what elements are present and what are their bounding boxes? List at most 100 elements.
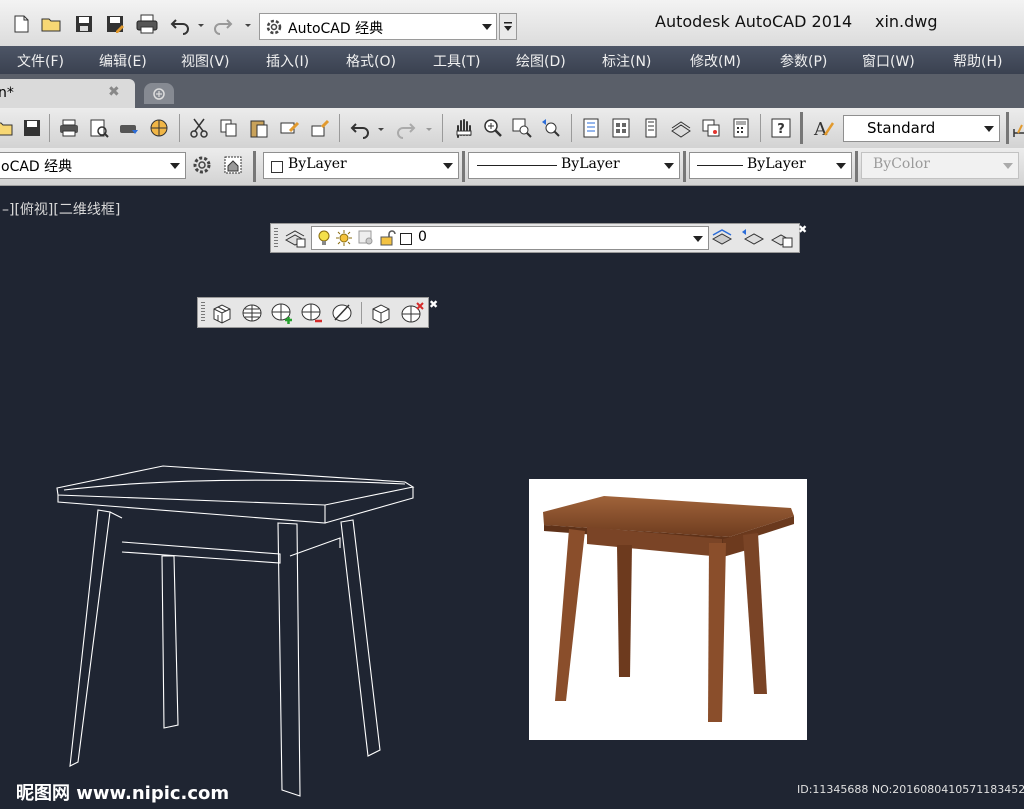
reference-photo [529, 479, 807, 740]
markup-set-icon[interactable] [700, 117, 722, 139]
linetype-preview-line [477, 165, 557, 166]
wooden-stool-image [543, 496, 794, 722]
properties-icon[interactable] [580, 117, 602, 139]
menu-parametric[interactable]: 参数(P) [780, 51, 827, 71]
convert-to-surface-icon[interactable] [400, 301, 426, 325]
menu-edit[interactable]: 编辑(E) [99, 51, 147, 71]
sun-icon[interactable] [335, 229, 353, 247]
lineweight-control-select[interactable]: ByLayer [689, 152, 852, 179]
help-icon[interactable]: ? [770, 117, 792, 139]
svg-text:A: A [813, 119, 828, 139]
mesh-floating-toolbar [197, 297, 429, 328]
toolbar-grip[interactable] [855, 151, 858, 182]
document-tab[interactable]: n* ✖ [0, 79, 135, 108]
save-icon[interactable] [21, 117, 43, 139]
svg-text:?: ? [777, 122, 785, 137]
toolbar-grip[interactable] [683, 151, 686, 182]
text-style-icon[interactable]: A [812, 117, 835, 139]
close-toolbar-icon[interactable]: ✖ [429, 298, 438, 311]
redo-icon[interactable] [395, 117, 417, 139]
close-tab-icon[interactable]: ✖ [108, 84, 120, 100]
viewport-freeze-icon[interactable] [357, 229, 375, 247]
block-editor-icon[interactable] [308, 117, 330, 139]
document-title: xin.dwg [875, 12, 938, 31]
workspace-select[interactable]: oCAD 经典 [0, 152, 186, 179]
pan-hand-icon[interactable] [452, 117, 474, 139]
layers-floating-toolbar: 0 [270, 223, 800, 253]
workspace-settings-gear-icon[interactable] [191, 154, 213, 176]
workspace-select[interactable]: AutoCAD 经典 [259, 13, 497, 40]
plot-icon[interactable] [58, 117, 80, 139]
toolbar-grip[interactable] [800, 112, 803, 144]
save-as-icon[interactable] [104, 13, 128, 37]
menu-format[interactable]: 格式(O) [346, 51, 396, 71]
open-folder-icon[interactable] [40, 13, 64, 37]
layer-control-select[interactable]: 0 [311, 226, 709, 250]
lineweight-preview-line [697, 165, 743, 166]
new-file-icon[interactable] [10, 13, 34, 37]
menu-file[interactable]: 文件(F) [17, 51, 64, 71]
layer-state-icon[interactable] [770, 227, 794, 249]
linetype-control-select[interactable]: ByLayer [468, 152, 680, 179]
menu-window[interactable]: 窗口(W) [862, 51, 915, 71]
tool-palettes-icon[interactable] [640, 117, 662, 139]
make-object-layer-current-icon[interactable] [711, 227, 735, 249]
copy-icon[interactable] [218, 117, 240, 139]
smooth-more-icon[interactable] [270, 301, 294, 325]
mesh-box-icon[interactable] [210, 301, 234, 325]
quick-access-customize-button[interactable] [499, 13, 517, 40]
refine-mesh-icon[interactable] [330, 301, 354, 325]
toolbar-grip[interactable] [1006, 112, 1009, 144]
close-toolbar-icon[interactable]: ✖ [798, 223, 807, 236]
publish-icon[interactable] [118, 117, 140, 139]
menu-insert[interactable]: 插入(I) [266, 51, 309, 71]
smooth-less-icon[interactable] [300, 301, 324, 325]
plotstyle-control-select: ByColor [861, 152, 1019, 179]
menu-tools[interactable]: 工具(T) [433, 51, 480, 71]
open-icon[interactable] [0, 117, 14, 139]
plot-preview-icon[interactable] [88, 117, 110, 139]
lightbulb-icon[interactable] [316, 229, 332, 247]
zoom-previous-icon[interactable] [540, 117, 562, 139]
menu-help[interactable]: 帮助(H) [953, 51, 1002, 71]
smooth-object-icon[interactable] [240, 301, 264, 325]
menu-dimension[interactable]: 标注(N) [602, 51, 651, 71]
toolbar-grip[interactable] [253, 151, 256, 182]
menu-modify[interactable]: 修改(M) [690, 51, 741, 71]
color-control-select[interactable]: ByLayer [263, 152, 459, 179]
undo-icon[interactable] [169, 13, 193, 37]
menu-view[interactable]: 视图(V) [181, 51, 230, 71]
toolbar-grip[interactable] [462, 151, 465, 182]
redo-dropdown-icon[interactable] [243, 13, 253, 37]
undo-icon[interactable] [349, 117, 371, 139]
undo-dropdown-icon[interactable] [376, 117, 386, 139]
layer-home-icon[interactable] [222, 154, 244, 176]
dimension-style-icon[interactable] [1012, 117, 1024, 139]
layer-properties-manager-icon[interactable] [283, 227, 307, 249]
zoom-window-icon[interactable] [511, 117, 533, 139]
layer-previous-icon[interactable] [741, 227, 765, 249]
toolbar-grip[interactable] [274, 228, 278, 248]
match-properties-icon[interactable] [278, 117, 300, 139]
paste-icon[interactable] [248, 117, 270, 139]
undo-dropdown-icon[interactable] [196, 13, 206, 37]
redo-icon[interactable] [212, 13, 236, 37]
convert-to-solid-icon[interactable] [369, 301, 393, 325]
text-style-select[interactable]: Standard [843, 115, 1000, 142]
toolbar-separator [179, 114, 180, 142]
print-icon[interactable] [135, 13, 159, 37]
design-center-icon[interactable] [610, 117, 632, 139]
cut-icon[interactable] [188, 117, 210, 139]
menu-draw[interactable]: 绘图(D) [516, 51, 566, 71]
quick-calc-icon[interactable] [730, 117, 752, 139]
zoom-realtime-icon[interactable] [482, 117, 504, 139]
color-swatch [271, 161, 283, 173]
new-tab-button[interactable] [144, 83, 174, 104]
redo-dropdown-icon[interactable] [424, 117, 434, 139]
3d-dwf-icon[interactable] [148, 117, 170, 139]
unlocked-padlock-icon[interactable] [379, 229, 397, 247]
toolbar-grip[interactable] [201, 302, 205, 323]
sheet-set-icon[interactable] [670, 117, 692, 139]
save-icon[interactable] [73, 13, 97, 37]
viewport-controls[interactable]: –][俯视][二维线框] [2, 199, 120, 219]
